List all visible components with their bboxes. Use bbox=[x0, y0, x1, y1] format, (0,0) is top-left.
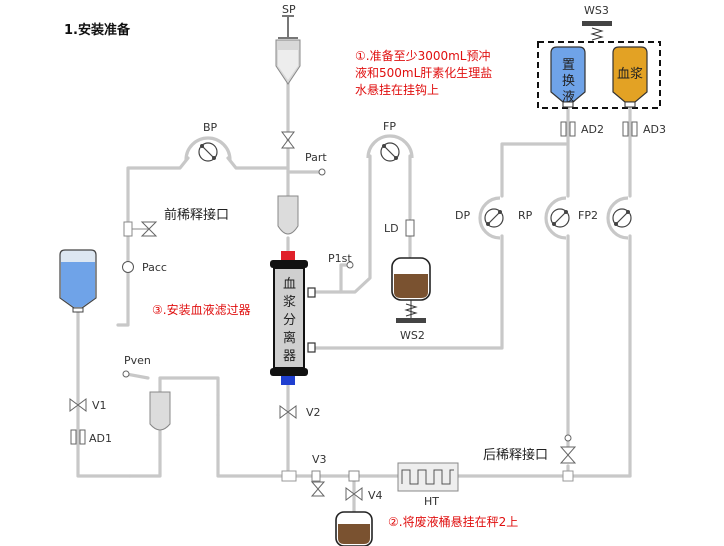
label-ad2: AD2 bbox=[581, 123, 604, 136]
replacement-bag-char-3: 液 bbox=[562, 90, 575, 105]
label-p1st: P1st bbox=[328, 252, 352, 265]
waste-bucket bbox=[335, 511, 373, 546]
leak-detector-ld bbox=[405, 219, 415, 237]
page-title: 1.安装准备 bbox=[64, 22, 131, 38]
note-3: ③.安装血液滤过器 bbox=[152, 302, 251, 317]
separator-char-5: 器 bbox=[283, 349, 296, 364]
note-2: ②.将废液桶悬挂在秤2上 bbox=[388, 514, 518, 529]
separator-char-1: 血 bbox=[283, 277, 296, 292]
replacement-bag-char-1: 置 bbox=[562, 58, 575, 73]
venous-drip-chamber bbox=[149, 391, 171, 431]
label-bp: BP bbox=[203, 121, 218, 134]
label-ad3: AD3 bbox=[643, 123, 666, 136]
separator-char-2: 浆 bbox=[283, 295, 296, 310]
label-v4: V4 bbox=[368, 489, 383, 502]
label-rp: RP bbox=[518, 209, 533, 222]
dialysate-pump-dp bbox=[478, 196, 504, 240]
circuit-diagram: 1.安装准备 SP Part BP FP 前稀释接口 Pacc V1 AD1 P… bbox=[59, 3, 666, 546]
saline-bag bbox=[59, 249, 97, 313]
label-ws3: WS3 bbox=[584, 4, 609, 17]
label-v1: V1 bbox=[92, 399, 107, 412]
label-v3: V3 bbox=[312, 453, 327, 466]
pacc-sensor bbox=[122, 261, 134, 273]
tubing bbox=[76, 76, 632, 514]
syringe-pump-sp bbox=[275, 15, 301, 85]
part-sensor-dot bbox=[318, 168, 326, 176]
waste-bag-ws2 bbox=[391, 257, 431, 323]
clamp-valve-sp bbox=[281, 131, 295, 149]
label-ht: HT bbox=[424, 495, 439, 508]
label-pre-dilution: 前稀释接口 bbox=[164, 207, 229, 223]
label-v2: V2 bbox=[306, 406, 321, 419]
label-ws2: WS2 bbox=[400, 329, 425, 342]
label-fp: FP bbox=[383, 120, 396, 133]
replacement-bag-char-2: 换 bbox=[562, 74, 575, 89]
label-dp: DP bbox=[455, 209, 470, 222]
plasma-pump-fp2 bbox=[606, 196, 632, 240]
label-ad1: AD1 bbox=[89, 432, 112, 445]
label-sp: SP bbox=[282, 3, 296, 16]
label-pacc: Pacc bbox=[142, 261, 167, 274]
replacement-pump-rp bbox=[544, 196, 570, 240]
note-1-line-3: 水悬挂在挂钩上 bbox=[355, 83, 439, 97]
label-fp2: FP2 bbox=[578, 209, 598, 222]
pre-dilution-port bbox=[123, 221, 158, 237]
pven-sensor-dot bbox=[122, 370, 130, 378]
label-post-dilution: 后稀释接口 bbox=[483, 447, 548, 463]
plasma-bag-label: 血浆 bbox=[617, 67, 643, 82]
arterial-drip-chamber bbox=[277, 195, 299, 235]
label-part: Part bbox=[305, 151, 327, 164]
note-1-line-2: 液和500mL肝素化生理盐 bbox=[355, 65, 492, 80]
filtration-pump-fp bbox=[366, 134, 414, 162]
separator-char-3: 分 bbox=[283, 313, 296, 328]
separator-char-4: 离 bbox=[283, 330, 296, 346]
label-ld: LD bbox=[384, 222, 399, 235]
blood-pump-bp bbox=[184, 136, 232, 162]
note-1-line-1: ①.准备至少3000mL预冲 bbox=[355, 48, 491, 63]
label-pven: Pven bbox=[124, 354, 151, 367]
junction-connector bbox=[281, 470, 297, 482]
heater-ht bbox=[397, 462, 459, 492]
